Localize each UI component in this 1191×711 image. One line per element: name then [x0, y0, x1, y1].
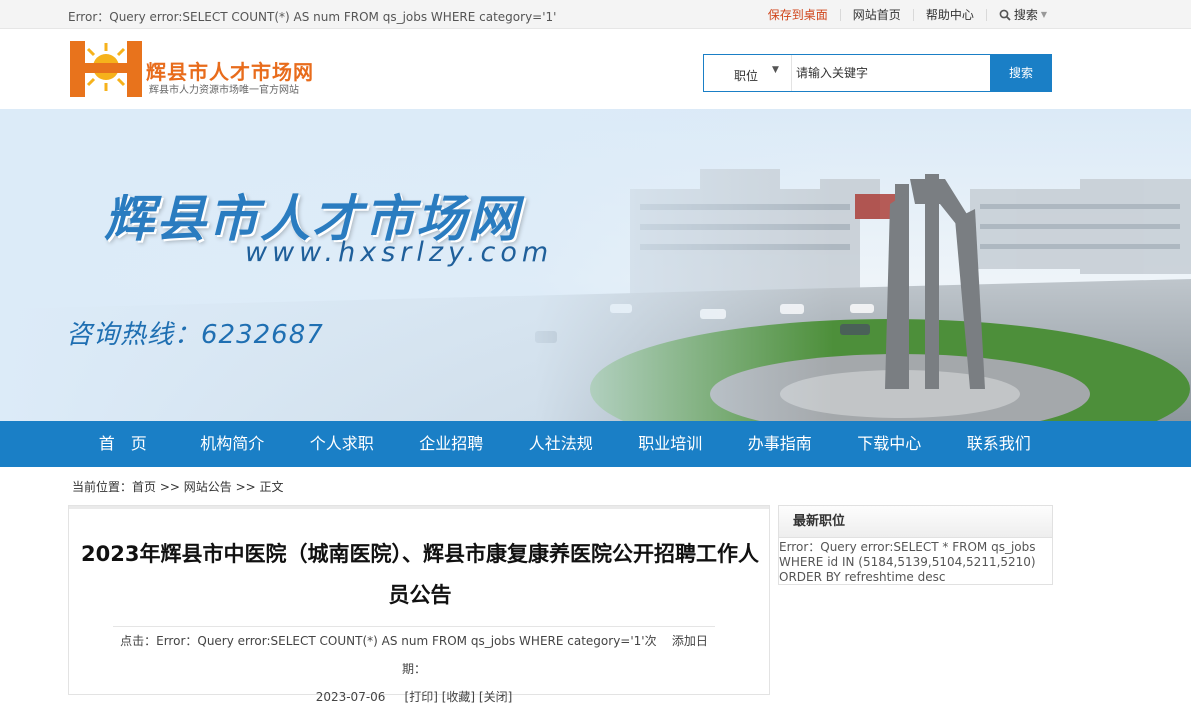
article-meta-line-2: 2023-07-06 [打印] [收藏] [关闭] [315, 690, 513, 704]
article-title: 2023年辉县市中医院（城南医院）、辉县市康复康养医院公开招聘工作人员公告 [81, 542, 759, 607]
nav-item-about[interactable]: 机构简介 [178, 421, 288, 467]
main-nav: 首 页 机构简介 个人求职 企业招聘 人社法规 职业培训 办事指南 下载中心 联… [0, 421, 1191, 467]
latest-jobs-title: 最新职位 [779, 506, 1052, 538]
nav-item-recruitment[interactable]: 企业招聘 [397, 421, 507, 467]
topbar-search-label: 搜索 [1013, 7, 1038, 22]
top-bar: Error：Query error:SELECT COUNT(*) AS num… [0, 0, 1191, 29]
close-link[interactable]: 关闭 [484, 690, 508, 704]
banner: 辉县市人才市场网 www.hxsrlzy.com 咨询热线：6232687 [0, 109, 1191, 421]
topbar-links: 保存到桌面 网站首页 帮助中心 搜索 ▼ [756, 0, 1191, 29]
breadcrumb-home-link[interactable]: 首页 [132, 480, 156, 494]
breadcrumb-section-link[interactable]: 网站公告 [184, 480, 232, 494]
nav-item-downloads[interactable]: 下载中心 [835, 421, 945, 467]
nav-item-guide[interactable]: 办事指南 [725, 421, 835, 467]
search-button[interactable]: 搜索 [990, 54, 1052, 92]
article-panel: 2023年辉县市中医院（城南医院）、辉县市康复康养医院公开招聘工作人员公告 点击… [68, 505, 770, 704]
print-link[interactable]: 打印 [409, 690, 433, 704]
breadcrumb: 当前位置：首页 >> 网站公告 >> 正文 [72, 478, 284, 495]
breadcrumb-separator: >> [156, 480, 184, 494]
search-category-select[interactable]: 职位 ▼ [704, 55, 792, 91]
site-header: 辉县市人才市场网 辉县市人力资源市场唯一官方网站 职位 ▼ 搜索 [0, 29, 1191, 109]
latest-jobs-error: Error：Query error:SELECT * FROM qs_jobs … [779, 540, 1036, 584]
banner-url: www.hxsrlzy.com [245, 237, 554, 268]
save-to-desktop-link[interactable]: 保存到桌面 [756, 9, 840, 21]
banner-hotline: 咨询热线：6232687 [66, 320, 324, 350]
nav-item-home[interactable]: 首 页 [68, 421, 178, 467]
search-category-value: 职位 [734, 69, 759, 83]
topbar-search-toggle[interactable]: 搜索 ▼ [985, 7, 1191, 22]
nav-item-contact[interactable]: 联系我们 [944, 421, 1054, 467]
hits-value: Error：Query error:SELECT COUNT(*) AS num… [156, 634, 645, 648]
nav-item-regulations[interactable]: 人社法规 [506, 421, 616, 467]
favorite-link[interactable]: 收藏 [446, 690, 470, 704]
article-meta: 点击：Error：Query error:SELECT COUNT(*) AS … [113, 626, 715, 711]
site-tagline: 辉县市人力资源市场唯一官方网站 [149, 85, 299, 96]
breadcrumb-separator: >> [231, 480, 260, 494]
nav-item-training[interactable]: 职业培训 [616, 421, 726, 467]
article-top-border [69, 506, 769, 509]
breadcrumb-prefix: 当前位置： [72, 480, 133, 494]
dropdown-triangle-icon: ▼ [772, 65, 779, 75]
hits-unit: 次 [644, 634, 657, 648]
topbar-error-message: Error：Query error:SELECT COUNT(*) AS num… [68, 10, 557, 24]
search-icon [999, 9, 1011, 21]
article-meta-line-1: 点击：Error：Query error:SELECT COUNT(*) AS … [113, 627, 715, 683]
site-home-link[interactable]: 网站首页 [839, 8, 913, 21]
site-logo[interactable] [68, 39, 144, 99]
banner-city-photo [0, 109, 1191, 421]
caret-down-icon: ▼ [1040, 9, 1047, 19]
latest-jobs-panel: 最新职位 Error：Query error:SELECT * FROM qs_… [778, 505, 1053, 585]
article-date: 2023-07-06 [315, 690, 386, 704]
breadcrumb-current: 正文 [259, 480, 284, 494]
help-center-link[interactable]: 帮助中心 [912, 8, 986, 21]
search-box: 职位 ▼ 搜索 [703, 54, 1052, 92]
search-input[interactable] [796, 62, 986, 84]
nav-item-job-seekers[interactable]: 个人求职 [287, 421, 397, 467]
hits-label: 点击： [120, 634, 157, 648]
